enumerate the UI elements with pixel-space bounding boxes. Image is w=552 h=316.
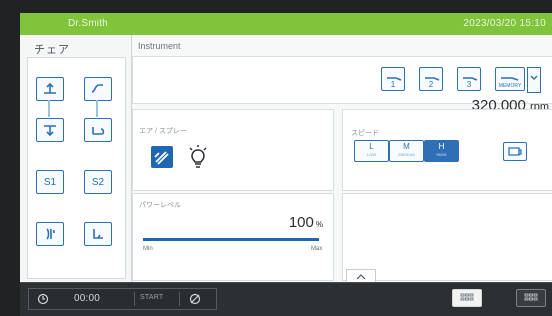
curve-icon (91, 84, 103, 93)
instrument-panel: Instrument 1 2 3 MEMORY 320,000 rpm エア /… (132, 35, 552, 284)
speed-high-sub: HIGH (436, 152, 447, 157)
top-status-bar: Dr.Smith 2023/03/20 15:10 (20, 13, 552, 35)
datetime-text: 2023/03/20 15:10 (463, 18, 546, 29)
light-bulb-icon (189, 145, 207, 168)
chair-sidebar: チェア S1 S2 (20, 35, 132, 282)
user-name: Dr.Smith (68, 18, 108, 29)
program-s2-button[interactable]: S2 (84, 170, 112, 194)
timer-separator (134, 292, 135, 306)
spray-icon (154, 151, 169, 165)
power-max-label: Max (311, 246, 323, 252)
connector-line (48, 100, 50, 117)
memory-label: MEMORY (498, 83, 522, 89)
sidebar-title: チェア (34, 44, 70, 56)
power-card: パワーレベル 100% Min Max (132, 193, 334, 281)
power-slider-fill (143, 238, 319, 241)
program-card: 1 2 3 MEMORY 320,000 rpm (132, 56, 552, 114)
power-min-label: Min (143, 246, 153, 252)
speed-card: スピード L LOW M MEDIUM H HIGH (342, 109, 552, 191)
program-button-1[interactable]: 1 (381, 67, 405, 91)
program-button-3[interactable]: 3 (457, 67, 481, 91)
window-icon (508, 147, 522, 156)
speed-low-label: L (369, 142, 374, 151)
chevron-up-icon (356, 274, 366, 280)
chair-bottom-icon (93, 229, 103, 239)
handpiece-icon (387, 77, 402, 81)
clock-icon (37, 293, 49, 305)
speed-medium-button[interactable]: M MEDIUM (389, 140, 424, 162)
speed-high-label: H (438, 142, 445, 151)
light-button[interactable] (185, 143, 211, 171)
chevron-down-icon (530, 75, 538, 80)
connector-line (96, 100, 98, 117)
memory-dropdown[interactable] (527, 67, 541, 93)
power-slider[interactable] (143, 238, 319, 241)
power-label: パワーレベル (139, 202, 181, 209)
instrument-title: Instrument (138, 41, 181, 51)
power-value: 100 (288, 214, 314, 231)
chair-recline-button[interactable] (84, 77, 112, 101)
chair-return-button[interactable] (84, 118, 112, 142)
chair-down-button[interactable] (36, 118, 64, 142)
speed-high-button[interactable]: H HIGH (424, 140, 459, 162)
grid-icon (460, 293, 474, 301)
grid-view-button[interactable] (452, 289, 482, 307)
timer-separator (179, 292, 180, 306)
speed-low-sub: LOW (366, 152, 377, 157)
spray-light-card: エア / スプレー (132, 109, 334, 191)
timer-control: 00:00 START (28, 288, 217, 310)
chair-button-panel: S1 S2 (27, 57, 126, 279)
bottom-toolbar: 00:00 START (20, 282, 552, 316)
chair-up-button[interactable] (36, 77, 64, 101)
blank-card (342, 193, 552, 281)
power-readout: 100% (289, 214, 323, 231)
spray-button[interactable] (151, 146, 173, 168)
handpiece-icon (501, 77, 519, 81)
menu-button[interactable] (516, 289, 546, 307)
up-icon (44, 82, 56, 94)
speed-medium-label: M (403, 142, 410, 151)
spray-label: エア / スプレー (139, 128, 187, 135)
timer-reset-icon[interactable] (189, 293, 201, 305)
speed-low-button[interactable]: L LOW (354, 140, 389, 162)
menu-grid-icon (524, 293, 538, 301)
s1-label: S1 (43, 176, 57, 188)
program-s1-button[interactable]: S1 (36, 170, 64, 194)
handpiece-icon (425, 77, 440, 81)
speed-label: スピード (351, 130, 379, 137)
handpiece-icon (463, 77, 478, 81)
start-button[interactable]: START (140, 294, 163, 301)
chair-up-icon (46, 228, 55, 240)
chair-control-screen: Dr.Smith 2023/03/20 15:10 チェア S1 S2 Inst… (0, 0, 552, 316)
power-unit: % (315, 220, 323, 229)
chair-up-position-button[interactable] (36, 222, 64, 246)
main-screen: チェア S1 S2 Instrument 1 2 3 MEMORY 320,00… (20, 35, 552, 284)
chair-bottom-button[interactable] (84, 222, 112, 246)
program-button-2[interactable]: 2 (419, 67, 443, 91)
instrument-settings-button[interactable] (503, 142, 527, 161)
timer-value: 00:00 (74, 293, 101, 304)
memory-button[interactable]: MEMORY (495, 67, 525, 91)
down-icon (44, 125, 56, 137)
s2-label: S2 (91, 176, 105, 188)
speed-medium-sub: MEDIUM (398, 152, 415, 157)
return-icon (92, 127, 105, 135)
